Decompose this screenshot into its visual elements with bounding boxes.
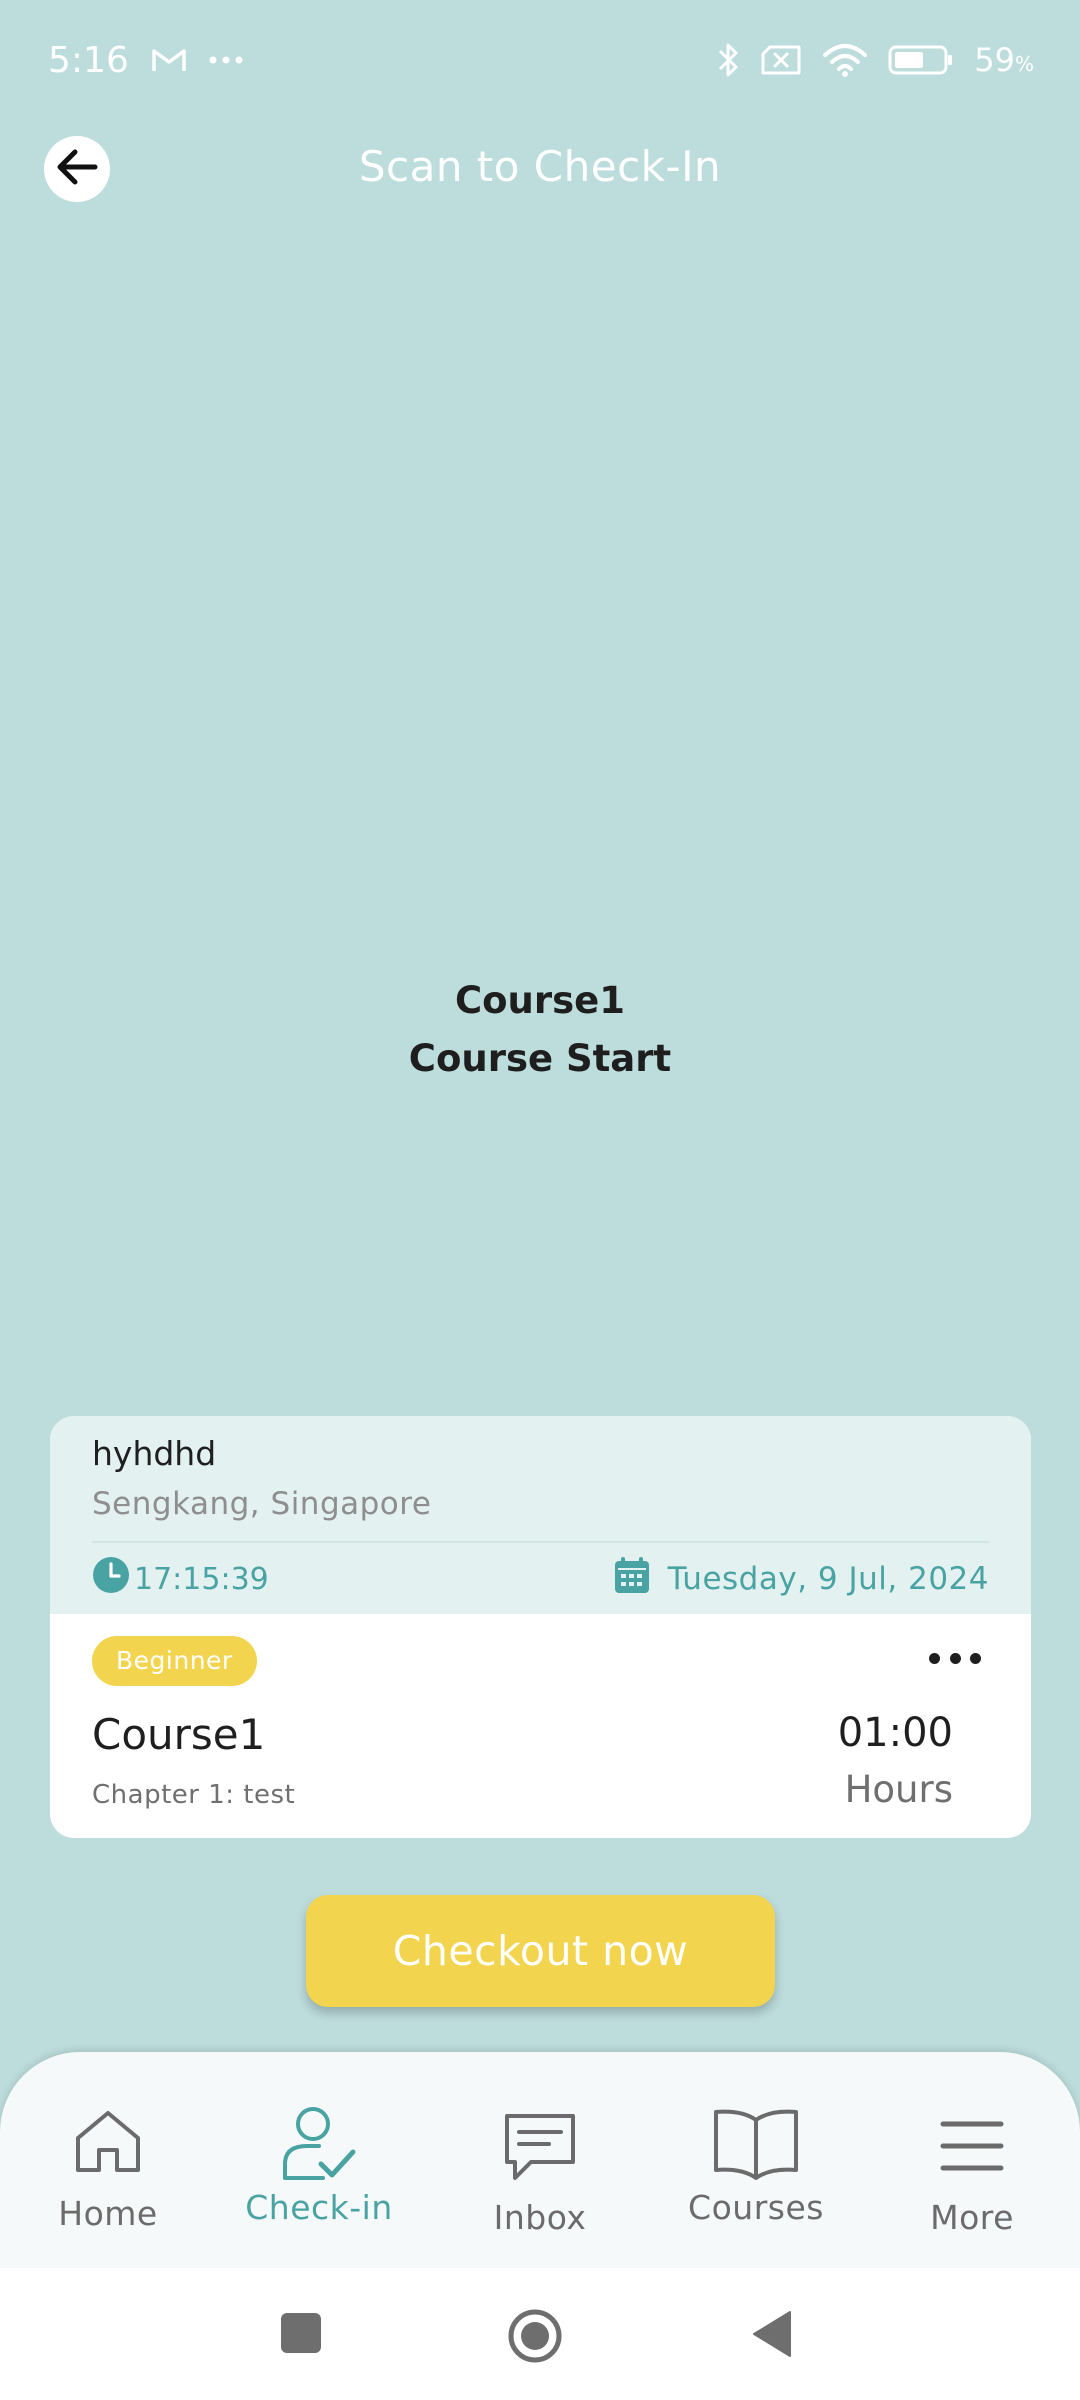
card-divider	[92, 1541, 989, 1543]
recents-square-icon[interactable]	[280, 2312, 322, 2358]
book-icon	[712, 2108, 800, 2186]
status-right: 59%	[716, 41, 1034, 79]
user-check-icon	[281, 2106, 357, 2186]
chapter-name: Chapter 1: test	[92, 1780, 296, 1810]
no-sim-icon	[760, 45, 802, 75]
nav-more-label: More	[930, 2198, 1014, 2237]
header: Scan to Check-In	[0, 120, 1080, 220]
student-location: Sengkang, Singapore	[92, 1486, 432, 1522]
home-circle-icon[interactable]	[507, 2308, 563, 2368]
clock-icon	[92, 1556, 130, 1602]
time-value: 17:15:39	[134, 1561, 269, 1597]
checkout-button[interactable]: Checkout now	[306, 1895, 775, 2007]
bluetooth-icon	[716, 41, 740, 79]
bottom-nav: Home Check-in Inbox Courses More	[0, 2052, 1080, 2268]
nav-check-in[interactable]: Check-in	[219, 2052, 419, 2268]
nav-home[interactable]: Home	[8, 2052, 208, 2268]
date-value: Tuesday, 9 Jul, 2024	[667, 1561, 989, 1597]
nav-check-in-label: Check-in	[245, 2188, 393, 2227]
scan-info: Course1 Course Start	[0, 972, 1080, 1088]
wifi-icon	[822, 43, 868, 77]
battery-icon	[888, 45, 954, 75]
nav-courses-label: Courses	[688, 2188, 824, 2227]
nav-home-label: Home	[58, 2194, 158, 2233]
scan-status: Course Start	[408, 1037, 672, 1080]
nav-inbox[interactable]: Inbox	[440, 2052, 640, 2268]
gmail-icon	[151, 46, 187, 74]
scan-course-name: Course1	[454, 979, 626, 1022]
calendar-icon	[614, 1556, 650, 1602]
check-in-date: Tuesday, 9 Jul, 2024	[614, 1556, 989, 1602]
more-dots-icon	[209, 55, 243, 65]
nav-more[interactable]: More	[872, 2052, 1072, 2268]
duration-value: 01:00	[837, 1710, 953, 1756]
status-bar: 5:16 59%	[0, 0, 1080, 120]
status-time: 5:16	[48, 39, 129, 81]
system-nav-bar	[0, 2268, 1080, 2400]
card-header: hyhdhd Sengkang, Singapore 17:15:39 Tues…	[50, 1416, 1031, 1614]
nav-inbox-label: Inbox	[493, 2198, 587, 2237]
message-icon	[503, 2112, 577, 2188]
level-badge: Beginner	[92, 1636, 257, 1686]
nav-courses[interactable]: Courses	[656, 2052, 856, 2268]
course-name: Course1	[92, 1710, 266, 1759]
more-options-button[interactable]	[929, 1638, 981, 1678]
page-title: Scan to Check-In	[358, 142, 722, 191]
battery-percent: 59%	[974, 41, 1034, 79]
status-left: 5:16	[48, 40, 243, 81]
menu-icon	[940, 2120, 1004, 2176]
duration-unit: Hours	[844, 1768, 953, 1811]
check-in-time: 17:15:39	[92, 1556, 269, 1602]
back-triangle-icon[interactable]	[752, 2310, 792, 2362]
session-card[interactable]: hyhdhd Sengkang, Singapore 17:15:39 Tues…	[50, 1416, 1031, 1838]
home-icon	[73, 2108, 143, 2178]
student-name: hyhdhd	[92, 1434, 217, 1473]
